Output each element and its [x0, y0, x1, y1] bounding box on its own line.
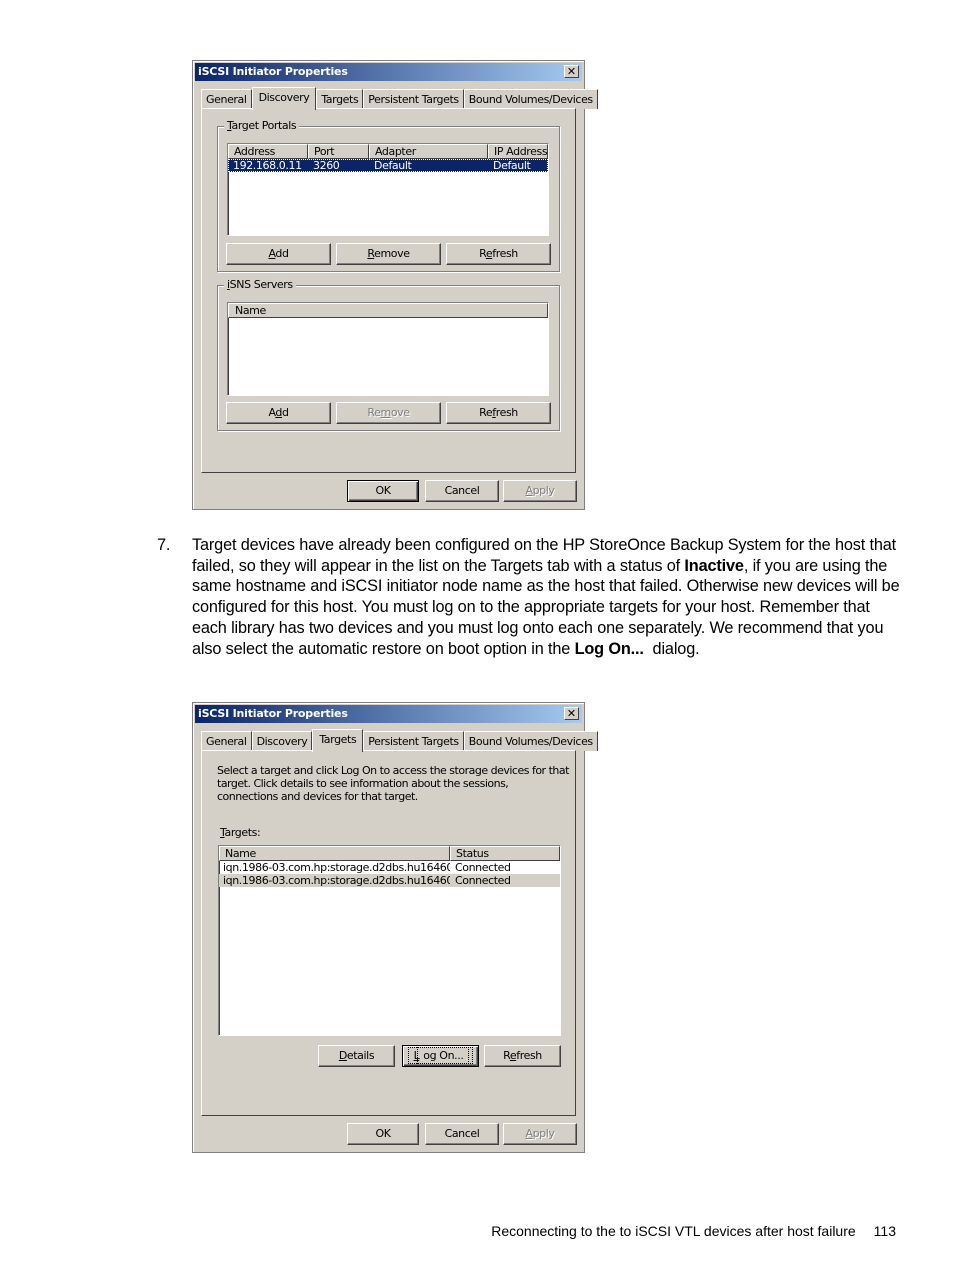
list-header: Address Port Adapter IP Address	[228, 144, 548, 159]
step-text: Target devices have already been configu…	[192, 536, 900, 658]
isns-servers-group: iSNS Servers Name Add Remove Refresh	[217, 278, 560, 431]
portal-add-button[interactable]: Add	[226, 243, 331, 265]
target-row[interactable]: iqn.1986-03.com.hp:storage.d2dbs.hu16460…	[219, 861, 560, 874]
tab-general[interactable]: General	[201, 731, 252, 751]
tab-strip: General Discovery Targets Persistent Tar…	[201, 729, 598, 752]
portal-refresh-button[interactable]: Refresh	[446, 243, 551, 265]
column-ip-address[interactable]: IP Address	[488, 144, 548, 159]
tab-persistent-targets[interactable]: Persistent Targets	[363, 89, 464, 109]
portal-port: 3260	[313, 159, 340, 172]
inactive-status-term: Inactive	[684, 556, 744, 575]
portal-remove-button[interactable]: Remove	[336, 243, 441, 265]
portal-row[interactable]: 192.168.0.11 3260 Default Default	[228, 159, 548, 172]
tab-discovery[interactable]: Discovery	[251, 731, 313, 751]
isns-refresh-button[interactable]: Refresh	[446, 402, 551, 424]
target-portals-group: Target Portals Address Port Adapter IP A…	[217, 119, 560, 272]
tab-discovery[interactable]: Discovery	[251, 87, 317, 110]
cancel-button[interactable]: Cancel	[425, 480, 499, 502]
isns-servers-list[interactable]: Name	[227, 302, 549, 396]
column-adapter[interactable]: Adapter	[369, 144, 488, 159]
close-icon: ✕	[566, 65, 577, 78]
tab-targets[interactable]: Targets	[316, 89, 364, 109]
dialog-title: iSCSI Initiator Properties	[198, 707, 348, 720]
tab-bound-volumes[interactable]: Bound Volumes/Devices	[463, 89, 598, 109]
targets-list[interactable]: Name Status iqn.1986-03.com.hp:storage.d…	[218, 845, 561, 1036]
apply-button[interactable]: Apply	[503, 1123, 577, 1145]
step-number: 7.	[157, 536, 171, 554]
target-name: iqn.1986-03.com.hp:storage.d2dbs.hu16460…	[223, 861, 450, 874]
isns-add-button[interactable]: Add	[226, 402, 331, 424]
target-status: Connected	[455, 861, 511, 874]
tab-persistent-targets[interactable]: Persistent Targets	[363, 731, 464, 751]
portal-ip-address: Default	[493, 159, 531, 172]
footer-section-title: Reconnecting to the to iSCSI VTL devices…	[491, 1223, 856, 1239]
portal-address: 192.168.0.11	[233, 159, 302, 172]
cancel-button[interactable]: Cancel	[425, 1123, 499, 1145]
ok-button[interactable]: OK	[347, 480, 419, 502]
target-name: iqn.1986-03.com.hp:storage.d2dbs.hu16460…	[223, 874, 450, 887]
iscsi-properties-dialog-targets: iSCSI Initiator Properties ✕ General Dis…	[192, 702, 598, 1153]
target-status: Connected	[455, 874, 511, 887]
details-button[interactable]: Details	[318, 1045, 395, 1067]
isns-servers-label: iSNS Servers	[224, 278, 296, 291]
column-name[interactable]: Name	[228, 303, 548, 318]
targets-description: Select a target and click Log On to acce…	[217, 764, 569, 803]
close-button[interactable]: ✕	[564, 65, 579, 78]
column-name[interactable]: Name	[219, 846, 450, 861]
column-address[interactable]: Address	[228, 144, 308, 159]
tab-bound-volumes[interactable]: Bound Volumes/Devices	[463, 731, 598, 751]
ok-button[interactable]: OK	[347, 1123, 419, 1145]
title-bar: iSCSI Initiator Properties ✕	[195, 63, 582, 81]
logon-button[interactable]: Log On...	[402, 1045, 479, 1067]
refresh-button[interactable]: Refresh	[484, 1045, 561, 1067]
isns-remove-button[interactable]: Remove	[336, 402, 441, 424]
target-portals-list[interactable]: Address Port Adapter IP Address 192.168.…	[227, 143, 549, 236]
list-header: Name	[228, 303, 548, 318]
column-status[interactable]: Status	[450, 846, 560, 861]
column-port[interactable]: Port	[308, 144, 369, 159]
targets-panel: Select a target and click Log On to acce…	[201, 750, 576, 1116]
title-bar: iSCSI Initiator Properties ✕	[195, 705, 582, 723]
page-number: 113	[873, 1223, 896, 1239]
target-portals-label: Target Portals	[224, 119, 300, 132]
page-footer: Reconnecting to the to iSCSI VTL devices…	[491, 1223, 896, 1239]
targets-label: Targets:	[220, 826, 261, 839]
dialog-title: iSCSI Initiator Properties	[198, 65, 348, 78]
logon-dialog-term: Log On...	[574, 639, 644, 658]
close-button[interactable]: ✕	[564, 707, 579, 720]
portal-adapter: Default	[374, 159, 412, 172]
discovery-panel: Target Portals Address Port Adapter IP A…	[201, 108, 576, 473]
target-row[interactable]: iqn.1986-03.com.hp:storage.d2dbs.hu16460…	[219, 874, 560, 887]
apply-button[interactable]: Apply	[503, 480, 577, 502]
iscsi-properties-dialog-discovery: iSCSI Initiator Properties ✕ General Dis…	[192, 60, 598, 510]
tab-general[interactable]: General	[201, 89, 252, 109]
tab-targets[interactable]: Targets	[312, 729, 364, 752]
list-header: Name Status	[219, 846, 560, 861]
tab-strip: General Discovery Targets Persistent Tar…	[201, 87, 598, 110]
close-icon: ✕	[566, 707, 577, 720]
